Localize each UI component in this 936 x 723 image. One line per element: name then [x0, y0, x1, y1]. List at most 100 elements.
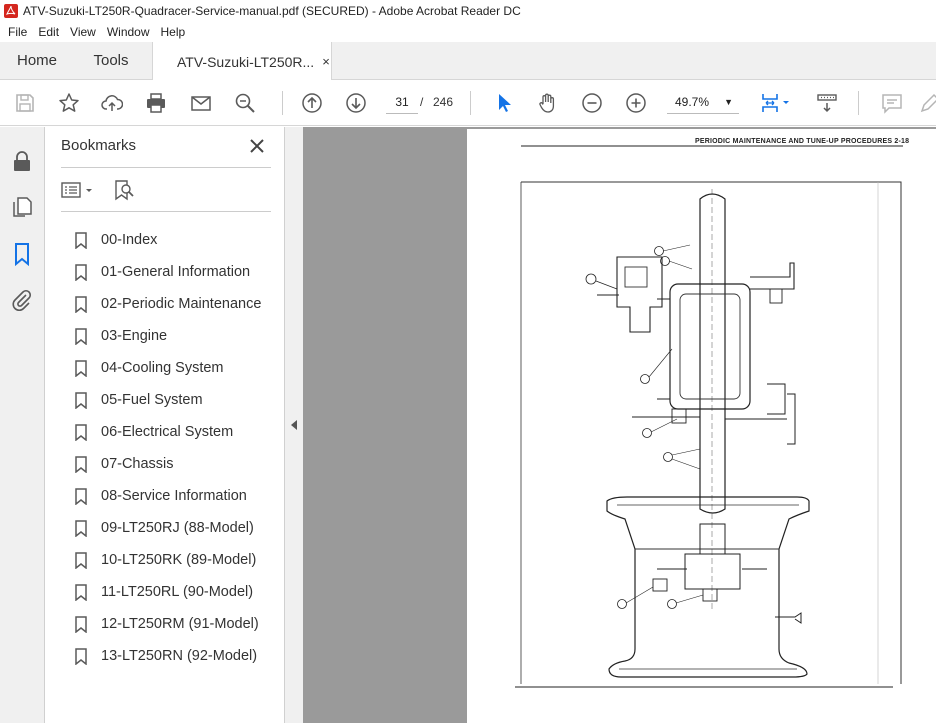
bookmark-icon	[75, 583, 87, 601]
print-icon[interactable]	[144, 91, 168, 115]
bookmark-item[interactable]: 11-LT250RL (90-Model)	[75, 576, 285, 608]
bookmark-list: 00-Index 01-General Information 02-Perio…	[75, 224, 285, 672]
menu-edit[interactable]: Edit	[38, 25, 59, 39]
bookmark-item[interactable]: 13-LT250RN (92-Model)	[75, 640, 285, 672]
panel-collapse-handle[interactable]	[285, 127, 303, 723]
divider	[61, 211, 271, 212]
toolbar-divider	[282, 91, 283, 115]
bookmark-icon	[75, 359, 87, 377]
tab-close-icon[interactable]: ×	[322, 54, 330, 69]
bookmark-item[interactable]: 07-Chassis	[75, 448, 285, 480]
bookmark-panel-icon[interactable]	[10, 242, 34, 266]
pages-icon[interactable]	[10, 195, 34, 219]
search-zoom-icon[interactable]	[233, 91, 257, 115]
page-number-input[interactable]: 31	[386, 90, 418, 114]
bookmark-item[interactable]: 04-Cooling System	[75, 352, 285, 384]
bookmark-item[interactable]: 01-General Information	[75, 256, 285, 288]
title-bar: ATV-Suzuki-LT250R-Quadracer-Service-manu…	[0, 0, 936, 22]
zoom-value: 49.7%	[675, 95, 710, 109]
page-down-icon[interactable]	[344, 91, 368, 115]
tab-home[interactable]: Home	[0, 42, 74, 79]
menu-window[interactable]: Window	[107, 25, 150, 39]
bookmark-label: 01-General Information	[101, 264, 251, 280]
bookmark-icon	[75, 519, 87, 537]
bookmark-item[interactable]: 06-Electrical System	[75, 416, 285, 448]
comment-icon[interactable]	[880, 91, 904, 115]
bookmark-icon	[75, 615, 87, 633]
bookmark-label: 00-Index	[101, 232, 158, 248]
zoom-out-icon[interactable]	[580, 91, 604, 115]
tab-bar: Home Tools ATV-Suzuki-LT250R... ×	[0, 42, 936, 81]
bookmark-item[interactable]: 03-Engine	[75, 320, 285, 352]
page-separator: /	[420, 95, 424, 109]
document-viewer[interactable]: PERIODIC MAINTENANCE AND TUNE-UP PROCEDU…	[303, 127, 936, 723]
bookmark-icon	[75, 327, 87, 345]
bookmark-label: 11-LT250RL (90-Model)	[101, 584, 254, 600]
save-icon[interactable]	[13, 91, 37, 115]
close-icon[interactable]	[248, 137, 266, 155]
bookmark-item[interactable]: 08-Service Information	[75, 480, 285, 512]
pen-icon[interactable]	[918, 91, 936, 115]
bookmark-icon	[75, 231, 87, 249]
bookmark-label: 02-Periodic Maintenance	[101, 296, 262, 312]
menu-bar: File Edit View Window Help	[0, 22, 936, 42]
bookmark-search-icon	[115, 180, 134, 201]
bookmark-label: 04-Cooling System	[101, 360, 224, 376]
lock-icon[interactable]	[10, 149, 34, 173]
menu-file[interactable]: File	[8, 25, 27, 39]
acrobat-app-icon	[4, 4, 18, 18]
toolbar-divider	[858, 91, 859, 115]
bookmark-icon	[75, 647, 87, 665]
left-nav-rail	[0, 127, 45, 723]
zoom-in-icon[interactable]	[624, 91, 648, 115]
hand-tool-icon[interactable]	[536, 91, 560, 115]
bookmark-item[interactable]: 05-Fuel System	[75, 384, 285, 416]
bookmarks-title: Bookmarks	[61, 137, 137, 154]
list-options-icon	[61, 182, 92, 198]
tab-document-label: ATV-Suzuki-LT250R...	[177, 53, 315, 70]
bookmarks-panel: Bookmarks 00-Index 01-General Informatio…	[45, 127, 285, 723]
bookmark-item[interactable]: 10-LT250RK (89-Model)	[75, 544, 285, 576]
tab-document[interactable]: ATV-Suzuki-LT250R... ×	[152, 42, 332, 81]
attachment-icon[interactable]	[10, 288, 34, 312]
menu-help[interactable]: Help	[161, 25, 186, 39]
bookmark-item[interactable]: 02-Periodic Maintenance	[75, 288, 285, 320]
bookmark-options-button[interactable]	[61, 179, 97, 201]
bookmark-icon	[75, 551, 87, 569]
bookmark-icon	[75, 455, 87, 473]
bookmark-label: 03-Engine	[101, 328, 168, 344]
mail-icon[interactable]	[189, 91, 213, 115]
bookmark-icon	[75, 391, 87, 409]
scroll-mode-icon[interactable]	[815, 91, 839, 115]
bookmark-item[interactable]: 00-Index	[75, 224, 285, 256]
find-bookmark-button[interactable]	[113, 179, 135, 201]
bookmark-label: 10-LT250RK (89-Model)	[101, 552, 257, 568]
bookmark-item[interactable]: 12-LT250RM (91-Model)	[75, 608, 285, 640]
bookmark-icon	[75, 263, 87, 281]
upload-cloud-icon[interactable]	[100, 91, 124, 115]
page-total: 246	[433, 95, 454, 109]
toolbar	[0, 80, 936, 126]
window-title: ATV-Suzuki-LT250R-Quadracer-Service-manu…	[23, 4, 521, 18]
pdf-page: PERIODIC MAINTENANCE AND TUNE-UP PROCEDU…	[467, 129, 936, 723]
bookmark-item[interactable]: 09-LT250RJ (88-Model)	[75, 512, 285, 544]
tab-tools[interactable]: Tools	[74, 42, 148, 79]
fit-page-icon[interactable]	[758, 91, 792, 115]
collapse-arrow-icon	[291, 420, 297, 430]
bookmark-label: 06-Electrical System	[101, 424, 234, 440]
bookmark-icon	[75, 487, 87, 505]
divider	[61, 167, 271, 168]
bookmark-label: 09-LT250RJ (88-Model)	[101, 520, 254, 536]
menu-view[interactable]: View	[70, 25, 96, 39]
select-cursor-icon[interactable]	[492, 91, 516, 115]
toolbar-divider	[470, 91, 471, 115]
technical-drawing	[515, 145, 903, 688]
chevron-down-icon: ▼	[724, 97, 733, 107]
bookmark-label: 07-Chassis	[101, 456, 174, 472]
bookmark-label: 12-LT250RM (91-Model)	[101, 616, 259, 632]
page-up-icon[interactable]	[300, 91, 324, 115]
bookmark-icon	[75, 295, 87, 313]
bookmark-label: 05-Fuel System	[101, 392, 203, 408]
zoom-select[interactable]: 49.7% ▼	[667, 90, 739, 114]
star-icon[interactable]	[57, 91, 81, 115]
